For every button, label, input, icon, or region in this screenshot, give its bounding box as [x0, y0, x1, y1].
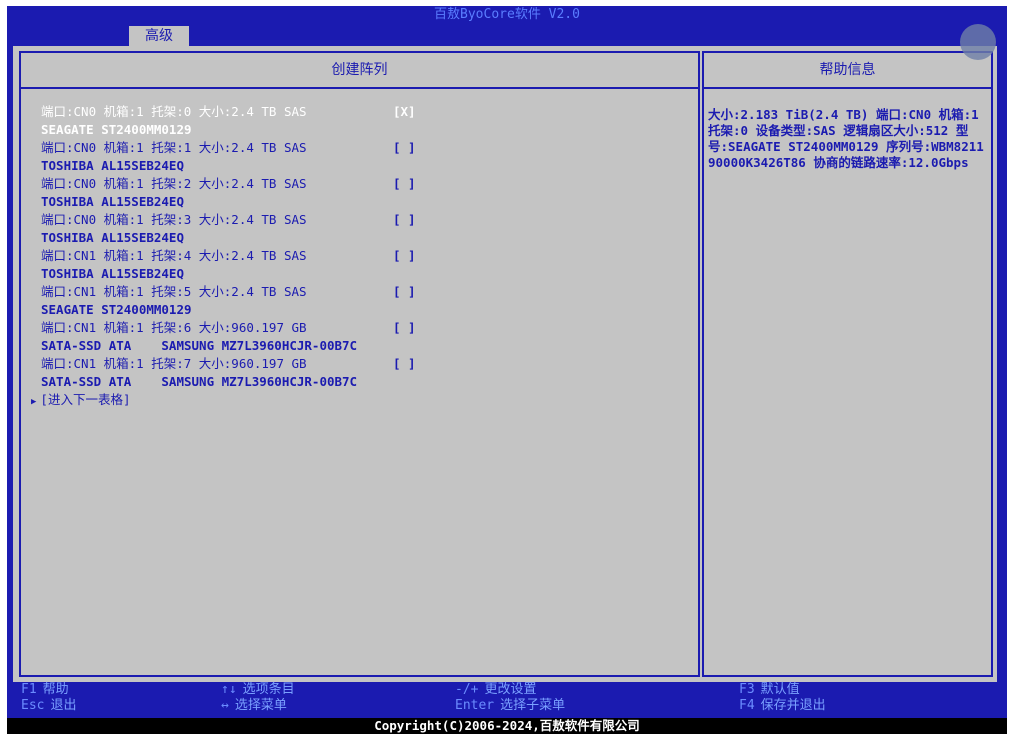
- copyright: Copyright(C)2006-2024,百敖软件有限公司: [7, 718, 1007, 734]
- footer-key-desc: 选择子菜单: [500, 698, 566, 713]
- help-text: 大小:2.183 TiB(2.4 TB) 端口:CN0 机箱:1 托架:0 设备…: [708, 107, 984, 170]
- disk-row[interactable]: 端口:CN0 机箱:1 托架:1 大小:2.4 TB SAS TOSHIBA AL…: [41, 139, 691, 175]
- disk-model-line: TOSHIBA AL15SEB24EQ: [41, 266, 184, 281]
- footer-key-desc: 帮助: [42, 682, 69, 697]
- tab-bar: 高级: [7, 6, 1007, 46]
- disk-row[interactable]: 端口:CN1 机箱:1 托架:7 大小:960.197 GB SATA-SSD A…: [41, 355, 691, 391]
- help-panel-title: 帮助信息: [704, 53, 991, 89]
- disk-model-line: SEAGATE ST2400MM0129: [41, 302, 192, 317]
- footer-key: Esc: [21, 698, 45, 713]
- disk-row[interactable]: 端口:CN1 机箱:1 托架:5 大小:2.4 TB SAS SEAGATE ST…: [41, 283, 691, 319]
- footer-key-desc: 保存并退出: [760, 698, 826, 713]
- disk-model-line: TOSHIBA AL15SEB24EQ: [41, 158, 184, 173]
- disk-info-line: 端口:CN0 机箱:1 托架:0 大小:2.4 TB SAS: [41, 104, 307, 119]
- disk-info-line: 端口:CN0 机箱:1 托架:1 大小:2.4 TB SAS: [41, 140, 307, 155]
- disk-checkbox[interactable]: [ ]: [393, 211, 416, 229]
- disk-list: 端口:CN0 机箱:1 托架:0 大小:2.4 TB SAS SEAGATE ST…: [31, 103, 691, 411]
- footer-key-hint: F1 帮助: [21, 682, 69, 698]
- play-arrow-icon: ▶: [31, 397, 37, 407]
- footer-key: F1: [21, 682, 37, 697]
- footer-key: -/+: [455, 682, 479, 697]
- disk-row[interactable]: 端口:CN1 机箱:1 托架:6 大小:960.197 GB SATA-SSD A…: [41, 319, 691, 355]
- disk-checkbox[interactable]: [ ]: [393, 319, 416, 337]
- footer-key-hint: Enter 选择子菜单: [455, 698, 565, 714]
- disk-info-line: 端口:CN1 机箱:1 托架:4 大小:2.4 TB SAS: [41, 248, 307, 263]
- footer-key-desc: 选项条目: [242, 682, 295, 697]
- disk-row[interactable]: 端口:CN0 机箱:1 托架:0 大小:2.4 TB SAS SEAGATE ST…: [41, 103, 691, 139]
- disk-checkbox[interactable]: [ ]: [393, 139, 416, 157]
- footer-key-hint: -/+ 更改设置: [455, 682, 537, 698]
- footer-key-desc: 默认值: [760, 682, 800, 697]
- create-array-panel: 创建阵列 端口:CN0 机箱:1 托架:0 大小:2.4 TB SAS SEAGA…: [19, 51, 700, 677]
- disk-info-line: 端口:CN1 机箱:1 托架:7 大小:960.197 GB: [41, 356, 307, 371]
- overlay-dot: [960, 24, 996, 60]
- footer-key-hint: ↑↓ 选项条目: [221, 682, 295, 698]
- footer-key-desc: 退出: [50, 698, 77, 713]
- footer-key-hint: F3 默认值: [739, 682, 800, 698]
- footer-key-desc: 更改设置: [484, 682, 537, 697]
- disk-info-line: 端口:CN0 机箱:1 托架:2 大小:2.4 TB SAS: [41, 176, 307, 191]
- footer-bar: F1 帮助 Esc 退出 ↑↓ 选项条目 ↔ 选择菜单 -/+ 更改设置 Enter 选择子菜单 F3 默…: [7, 682, 1007, 734]
- tab-advanced[interactable]: 高级: [129, 26, 189, 46]
- disk-checkbox[interactable]: [ ]: [393, 175, 416, 193]
- disk-model-line: SATA-SSD ATA SAMSUNG MZ7L3960HCJR-00B7C: [41, 338, 358, 353]
- disk-model-line: TOSHIBA AL15SEB24EQ: [41, 194, 184, 209]
- help-panel: 帮助信息 大小:2.183 TiB(2.4 TB) 端口:CN0 机箱:1 托架…: [702, 51, 993, 677]
- footer-key-hint: F4 保存并退出: [739, 698, 826, 714]
- footer-key-desc: 选择菜单: [234, 698, 287, 713]
- disk-info-line: 端口:CN1 机箱:1 托架:6 大小:960.197 GB: [41, 320, 307, 335]
- disk-model-line: TOSHIBA AL15SEB24EQ: [41, 230, 184, 245]
- disk-info-line: 端口:CN0 机箱:1 托架:3 大小:2.4 TB SAS: [41, 212, 307, 227]
- footer-key: ↑↓: [221, 682, 237, 697]
- footer-key: F3: [739, 682, 755, 697]
- disk-checkbox[interactable]: [ ]: [393, 283, 416, 301]
- disk-row[interactable]: 端口:CN0 机箱:1 托架:2 大小:2.4 TB SAS TOSHIBA AL…: [41, 175, 691, 211]
- footer-key-hint: Esc 退出: [21, 698, 77, 714]
- disk-row[interactable]: 端口:CN0 机箱:1 托架:3 大小:2.4 TB SAS TOSHIBA AL…: [41, 211, 691, 247]
- footer-key: ↔: [221, 698, 229, 713]
- disk-checkbox[interactable]: [ ]: [393, 247, 416, 265]
- panel-title: 创建阵列: [21, 53, 698, 89]
- bios-screen: 百敖ByoCore软件 V2.0 高级 创建阵列 端口:CN0 机箱:1 托架:…: [7, 6, 1007, 734]
- disk-checkbox[interactable]: [ ]: [393, 355, 416, 373]
- disk-row[interactable]: 端口:CN1 机箱:1 托架:4 大小:2.4 TB SAS TOSHIBA AL…: [41, 247, 691, 283]
- next-table-label: [进入下一表格]: [40, 392, 131, 407]
- next-table-link[interactable]: ▶ [进入下一表格]: [31, 391, 691, 411]
- disk-info-line: 端口:CN1 机箱:1 托架:5 大小:2.4 TB SAS: [41, 284, 307, 299]
- footer-key-hint: ↔ 选择菜单: [221, 698, 287, 714]
- footer-key: F4: [739, 698, 755, 713]
- footer-key: Enter: [455, 698, 495, 713]
- disk-checkbox[interactable]: [X]: [393, 103, 416, 121]
- disk-model-line: SEAGATE ST2400MM0129: [41, 122, 192, 137]
- disk-model-line: SATA-SSD ATA SAMSUNG MZ7L3960HCJR-00B7C: [41, 374, 358, 389]
- main-area: 创建阵列 端口:CN0 机箱:1 托架:0 大小:2.4 TB SAS SEAGA…: [13, 46, 997, 682]
